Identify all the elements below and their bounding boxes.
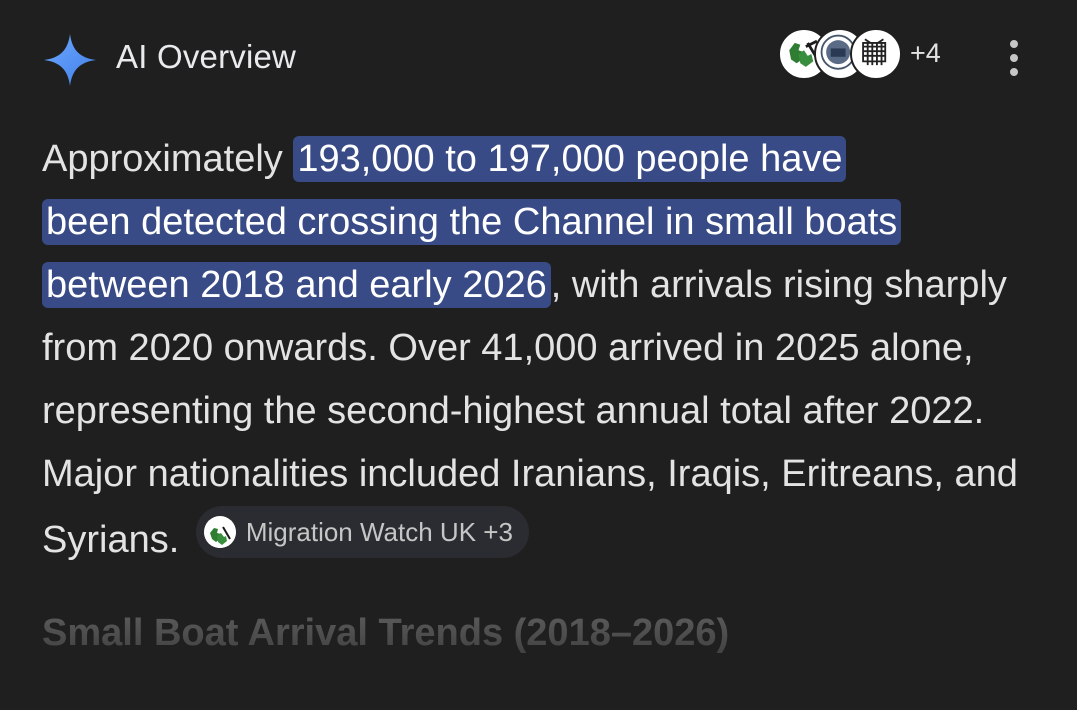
more-options-button[interactable] [1000,38,1028,78]
citation-label: Migration Watch UK +3 [245,517,513,547]
migration-watch-logo-icon [203,516,236,548]
ai-overview-title: AI Overview [116,38,297,75]
parliament-portcullis-icon[interactable] [850,28,902,80]
more-vert-icon [1010,40,1018,48]
overview-rest: , with arrivals rising sharply from 2020… [42,264,1018,561]
ai-overview-header: AI Overview +4 [42,28,1035,86]
more-sources-count[interactable]: +4 [910,38,941,69]
overview-paragraph: Approximately 193,000 to 197,000 people … [42,128,1042,572]
section-heading: Small Boat Arrival Trends (2018–2026) [42,612,730,654]
overview-lead: Approximately [42,138,294,180]
citation-chip[interactable]: Migration Watch UK +3 [195,506,529,558]
sparkle-icon [44,34,96,86]
